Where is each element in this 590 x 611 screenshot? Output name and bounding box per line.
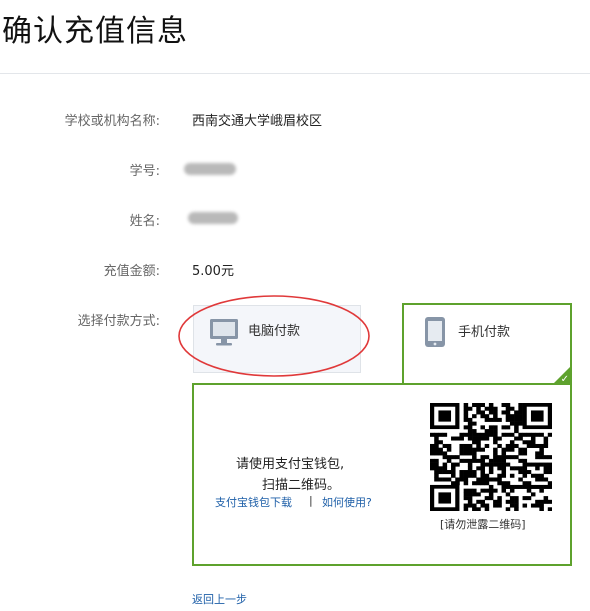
school-value: 西南交通大学峨眉校区 [192,114,323,129]
name-label: 姓名: [129,214,160,229]
page-title: 确认充值信息 [2,14,188,49]
payment-method-label: 选择付款方式: [77,314,160,329]
link-separator: | [309,494,313,507]
qr-payment-panel: 请使用支付宝钱包, 扫描二维码。 支付宝钱包下载 | 如何使用? [请勿泄露二维… [192,383,572,566]
student-id-label: 学号: [129,164,160,179]
alipay-wallet-download-link[interactable]: 支付宝钱包下载 [215,494,292,510]
qr-instruction-line2: 扫描二维码。 [262,478,341,493]
amount-value: 5.00元 [192,264,234,279]
pay-option-mobile[interactable]: 手机付款 ✓ [402,303,572,385]
how-to-use-link[interactable]: 如何使用? [322,494,372,510]
qr-code-icon [430,403,553,512]
pay-option-mobile-label: 手机付款 [458,325,511,340]
pay-option-pc-label: 电脑付款 [248,324,301,339]
pay-option-pc[interactable]: 电脑付款 [193,305,361,373]
name-value-redacted [188,212,238,224]
monitor-icon [208,316,240,348]
amount-label: 充值金额: [103,264,160,279]
tablet-icon [422,316,448,348]
qr-instruction-line1: 请使用支付宝钱包, [236,457,345,472]
school-label: 学校或机构名称: [64,114,160,129]
title-divider [0,73,590,74]
back-link[interactable]: 返回上一步 [192,591,247,607]
student-id-value-redacted [184,163,236,175]
qr-warning: [请勿泄露二维码] [440,518,526,531]
